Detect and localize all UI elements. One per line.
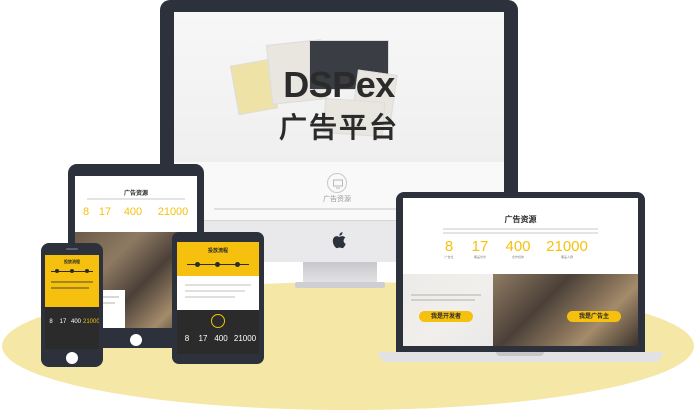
photo-overlay <box>403 274 493 346</box>
text-line <box>185 296 235 298</box>
tablet-home-button[interactable] <box>130 334 142 346</box>
stat-label: 广告位 <box>444 255 454 259</box>
process-dot <box>55 269 59 273</box>
laptop-notch <box>496 352 544 356</box>
text-line <box>51 287 89 289</box>
stat-value: 400 <box>70 319 81 325</box>
process-dot <box>70 269 74 273</box>
stat-item: 17 <box>57 319 69 325</box>
imac-section-title: 广告资源 <box>323 195 351 203</box>
stat-label: 合作媒体 <box>511 255 524 259</box>
tablet-yellow-screen: 投放流程 8 17 400 21000 <box>177 242 259 354</box>
stat-label: 覆盖省份 <box>473 255 486 259</box>
apple-logo-icon <box>330 229 350 251</box>
stat-value: 17 <box>471 238 489 255</box>
phone-speaker <box>66 248 78 250</box>
stat-item: 8 <box>179 334 195 343</box>
badge-circle <box>211 314 225 328</box>
text-line <box>51 281 93 283</box>
laptop-screen: 广告资源 8 广告位 17 覆盖省份 400 合作媒体 21000 覆盖人群 我… <box>403 198 638 346</box>
stat-value: 17 <box>198 334 208 343</box>
developer-button[interactable]: 我是开发者 <box>419 311 473 322</box>
stat-value: 8 <box>184 334 190 343</box>
text-line <box>411 299 475 301</box>
stat-value: 8 <box>49 319 53 325</box>
phone-screen: 投放流程 8 17 400 21000 <box>45 255 99 349</box>
text-line <box>87 198 185 200</box>
stat-item: 17 <box>195 334 211 343</box>
stat-value: 400 <box>214 334 228 343</box>
process-dot <box>85 269 89 273</box>
process-dot <box>215 262 220 267</box>
laptop-section-title: 广告资源 <box>504 215 537 224</box>
hero-title: DSPex <box>283 64 395 105</box>
stat-item: 17 <box>95 206 115 218</box>
imac-stand-base <box>295 282 385 288</box>
phone-home-button[interactable] <box>66 352 78 364</box>
stat-value: 8 <box>444 238 454 255</box>
monitor-icon <box>327 173 347 193</box>
imac-stand-neck <box>303 262 377 284</box>
stat-item: 400 合作媒体 <box>499 238 537 259</box>
hero-subtitle: 广告平台 <box>278 111 399 144</box>
stat-item: 21000 覆盖人群 <box>541 238 593 259</box>
text-line <box>411 294 481 296</box>
text-line <box>185 290 245 292</box>
stat-label: 覆盖人群 <box>560 255 573 259</box>
tablet-yellow-title: 投放流程 <box>207 248 228 254</box>
stat-value: 21000 <box>157 206 189 218</box>
advertiser-button[interactable]: 我是广告主 <box>567 311 621 322</box>
stat-item: 21000 <box>153 206 193 218</box>
process-dot <box>195 262 200 267</box>
text-line <box>443 232 598 234</box>
stat-item: 8 <box>79 206 93 218</box>
process-dot <box>235 262 240 267</box>
text-line <box>443 228 598 230</box>
stat-item: 17 覆盖省份 <box>467 238 493 259</box>
stat-value: 21000 <box>546 238 588 255</box>
stat-item: 400 <box>119 206 147 218</box>
stat-item: 8 <box>45 319 57 325</box>
stat-item: 21000 <box>231 334 259 343</box>
text-line <box>185 284 251 286</box>
stat-value: 17 <box>98 206 112 218</box>
stat-value: 400 <box>505 238 531 255</box>
stat-value: 21000 <box>233 334 257 343</box>
stat-value: 21000 <box>83 319 99 325</box>
tablet-section-title: 广告资源 <box>123 190 148 197</box>
stat-item: 8 广告位 <box>439 238 459 259</box>
stat-item: 400 <box>69 319 83 325</box>
phone-title: 投放流程 <box>64 259 80 264</box>
stat-value: 8 <box>82 206 90 218</box>
stat-value: 17 <box>59 319 67 325</box>
stat-item: 21000 <box>83 319 99 325</box>
stat-value: 400 <box>123 206 143 218</box>
stat-item: 400 <box>211 334 231 343</box>
white-band <box>177 276 259 310</box>
